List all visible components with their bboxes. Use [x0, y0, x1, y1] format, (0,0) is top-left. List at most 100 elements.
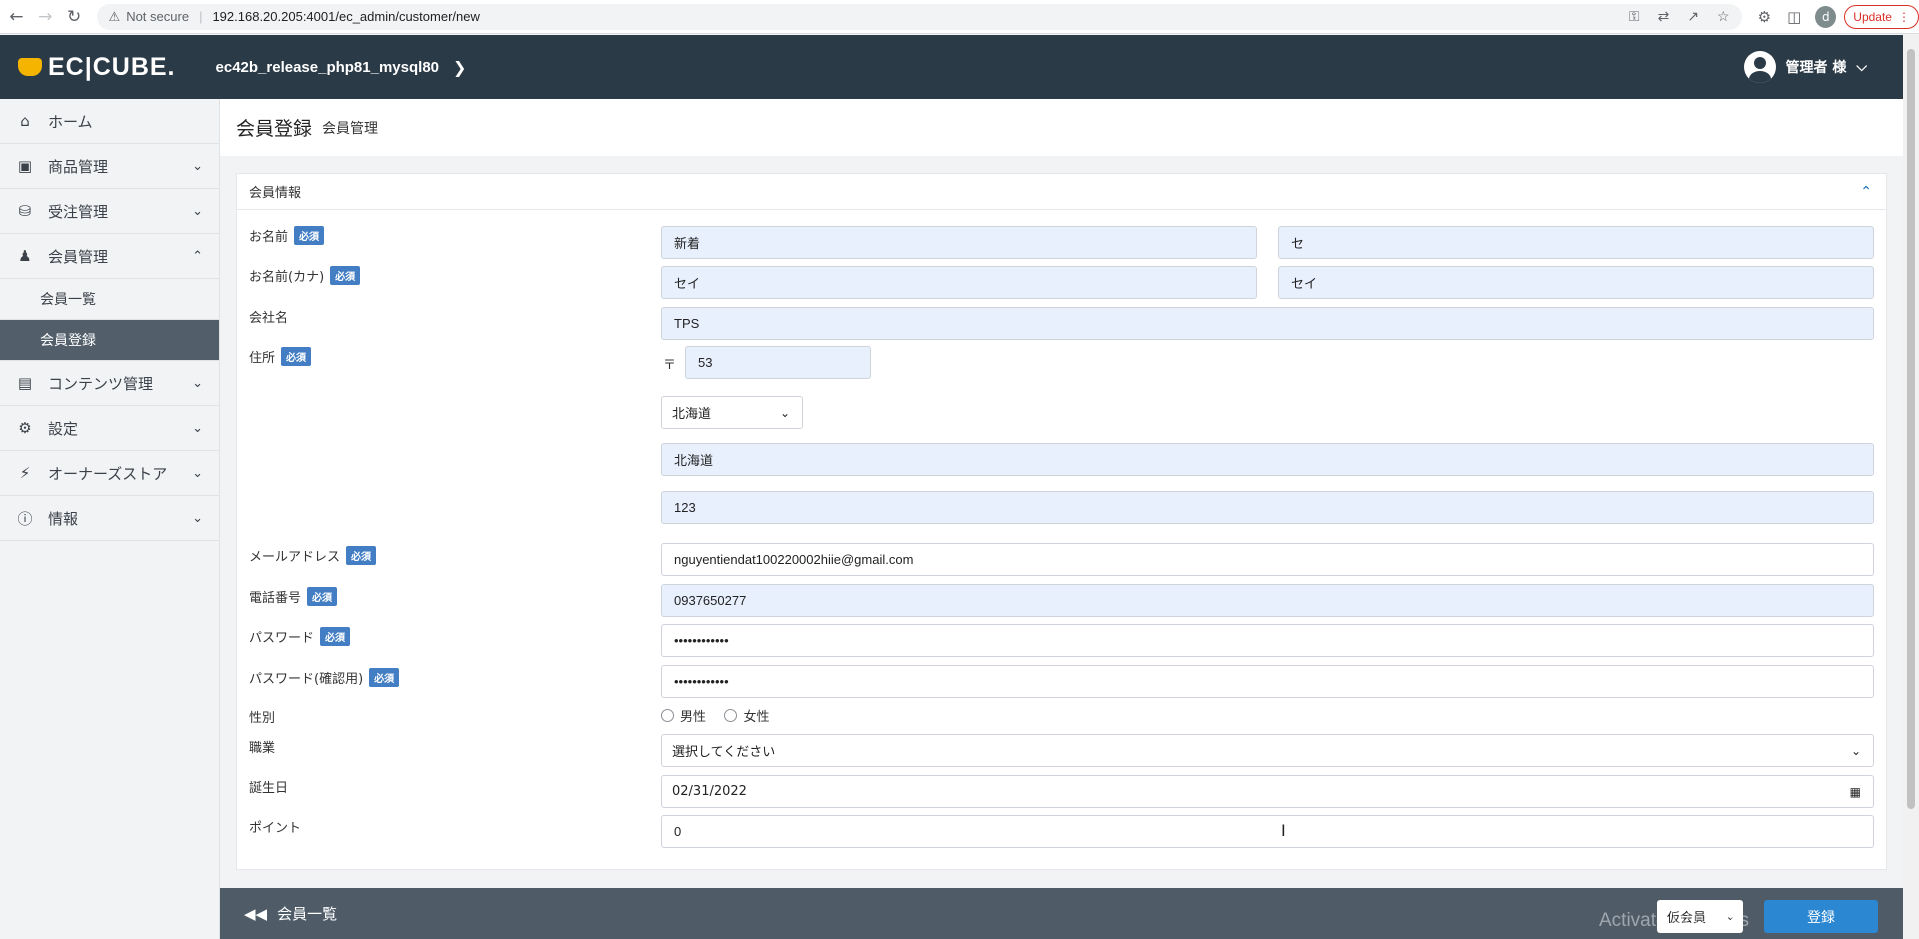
- file-icon: ▤: [17, 374, 33, 392]
- share-icon[interactable]: ↗: [1687, 8, 1699, 25]
- password-label-text: パスワード: [249, 631, 315, 646]
- update-button[interactable]: Update ⋮: [1844, 4, 1919, 29]
- email-label: メールアドレス 必須: [249, 546, 377, 565]
- customer-info-card: 会員情報 ⌃ お名前 必須 新着 セ お名前(カナ) 必須 セイ セイ 会社名 …: [236, 173, 1887, 870]
- sidebar-item-label: 会員管理: [48, 247, 109, 266]
- sidebar-item-label: 情報: [48, 509, 79, 528]
- prefecture-select[interactable]: 北海道 ⌄: [661, 396, 803, 429]
- user-menu[interactable]: 管理者 様 ⌵: [1743, 51, 1867, 83]
- back-to-list-link[interactable]: ◀◀ 会員一覧: [244, 903, 337, 924]
- page-header: 会員登録 会員管理: [220, 99, 1903, 156]
- first-name-input[interactable]: セ: [1278, 226, 1874, 259]
- double-chevron-left-icon: ◀◀: [244, 904, 268, 923]
- address1-input[interactable]: 北海道: [661, 443, 1874, 476]
- company-input[interactable]: TPS: [661, 307, 1874, 340]
- ec-cube-logo[interactable]: EC|CUBE.: [18, 53, 176, 82]
- kana-label-text: お名前(カナ): [249, 270, 325, 285]
- job-value: 選択してください: [672, 745, 776, 760]
- sidepanel-icon[interactable]: ◫: [1787, 8, 1801, 26]
- sidebar-subitem-customer-new[interactable]: 会員登録: [0, 320, 219, 361]
- card-header[interactable]: 会員情報 ⌃: [237, 174, 1886, 210]
- required-badge: 必須: [346, 546, 377, 565]
- password-confirm-input[interactable]: ••••••••••••: [661, 665, 1874, 698]
- gender-male-label: 男性: [680, 710, 707, 725]
- calendar-icon[interactable]: ▦: [1850, 785, 1861, 799]
- gender-label: 性別: [249, 707, 275, 726]
- address2-input[interactable]: 123: [661, 491, 1874, 524]
- chevron-down-icon: ⌄: [1850, 743, 1861, 758]
- phone-label-text: 電話番号: [249, 591, 302, 606]
- info-icon: ⓘ: [17, 509, 33, 528]
- job-label-text: 職業: [249, 741, 276, 756]
- sidebar-item-owners-store[interactable]: ⚡ オーナーズストア ⌄: [0, 451, 219, 496]
- required-badge: 必須: [330, 266, 361, 285]
- address-label: 住所 必須: [249, 347, 312, 366]
- logo-mark-icon: [18, 58, 42, 76]
- sidebar-item-products[interactable]: ▣ 商品管理 ⌄: [0, 144, 219, 189]
- chevron-down-icon: ⌄: [192, 375, 203, 391]
- back-arrow-icon[interactable]: ←: [4, 4, 29, 30]
- sidebar-item-info[interactable]: ⓘ 情報 ⌄: [0, 496, 219, 541]
- gender-male-radio[interactable]: 男性: [661, 706, 706, 725]
- postal-code-input[interactable]: 53: [685, 346, 871, 379]
- reload-icon[interactable]: ↻: [62, 4, 87, 30]
- point-input[interactable]: 0: [661, 815, 1874, 848]
- password-confirm-label-text: パスワード(確認用): [249, 672, 364, 687]
- gender-female-radio[interactable]: 女性: [724, 706, 769, 725]
- job-select[interactable]: 選択してください ⌄: [661, 734, 1874, 767]
- register-button[interactable]: 登録: [1764, 900, 1878, 933]
- profile-avatar[interactable]: d: [1815, 5, 1837, 28]
- page-scrollbar[interactable]: [1903, 35, 1919, 939]
- sidebar-item-label: オーナーズストア: [48, 464, 168, 483]
- translate-icon[interactable]: ⇄: [1658, 8, 1670, 25]
- home-icon: ⌂: [20, 112, 30, 130]
- chevron-up-icon[interactable]: ⌃: [1860, 184, 1872, 200]
- chevron-down-icon: ⌄: [192, 510, 203, 526]
- page-title: 会員登録: [236, 118, 313, 140]
- logo-text: EC|CUBE.: [48, 52, 176, 81]
- sidebar-item-label: 商品管理: [48, 157, 109, 176]
- extensions-icon[interactable]: ⚙: [1758, 8, 1771, 26]
- chevron-down-icon: ⌄: [192, 203, 203, 219]
- last-name-input[interactable]: 新着: [661, 226, 1257, 259]
- kana-label: お名前(カナ) 必須: [249, 266, 361, 285]
- phone-label: 電話番号 必須: [249, 587, 338, 606]
- sidebar-item-home[interactable]: ⌂ ホーム: [0, 99, 219, 144]
- user-avatar-icon: [1743, 51, 1776, 83]
- sidebar-item-label: 受注管理: [48, 202, 109, 221]
- company-label: 会社名: [249, 307, 288, 326]
- sidebar-item-settings[interactable]: ⚙ 設定 ⌄: [0, 406, 219, 451]
- required-badge: 必須: [281, 347, 312, 366]
- forward-arrow-icon[interactable]: →: [33, 4, 58, 30]
- sidebar-subitem-customer-list[interactable]: 会員一覧: [0, 279, 219, 320]
- shop-name-link[interactable]: ec42b_release_php81_mysql80: [216, 59, 439, 76]
- phone-input[interactable]: 0937650277: [661, 584, 1874, 617]
- star-icon[interactable]: ☆: [1717, 8, 1730, 25]
- sidebar-item-content[interactable]: ▤ コンテンツ管理 ⌄: [0, 361, 219, 406]
- birthday-label: 誕生日: [249, 777, 288, 796]
- page-subtitle: 会員管理: [322, 120, 379, 137]
- radio-circle: [724, 709, 738, 722]
- sidebar-item-customers[interactable]: ♟ 会員管理 ⌃: [0, 234, 219, 279]
- sidebar-item-label: ホーム: [48, 112, 93, 131]
- last-name-kana-input[interactable]: セイ: [661, 266, 1257, 299]
- address-bar[interactable]: ⚠ Not secure | 192.168.20.205:4001/ec_ad…: [96, 3, 1742, 30]
- sidebar-item-orders[interactable]: ⛁ 受注管理 ⌄: [0, 189, 219, 234]
- password-input[interactable]: ••••••••••••: [661, 624, 1874, 657]
- name-label: お名前 必須: [249, 226, 325, 245]
- admin-header: EC|CUBE. ec42b_release_php81_mysql80 ❯ 管…: [0, 35, 1903, 99]
- prefecture-value: 北海道: [672, 407, 712, 422]
- email-input[interactable]: nguyentiendat100220002hiie@gmail.com: [661, 543, 1874, 576]
- birthday-label-text: 誕生日: [249, 781, 289, 796]
- card-title: 会員情報: [249, 186, 302, 201]
- scrollbar-thumb[interactable]: [1907, 49, 1915, 809]
- first-name-kana-input[interactable]: セイ: [1278, 266, 1874, 299]
- job-label: 職業: [249, 737, 275, 756]
- point-label: ポイント: [249, 817, 301, 836]
- activate-windows-watermark: Activate Windows: [1599, 910, 1749, 931]
- box-icon: ▣: [17, 157, 33, 175]
- chevron-right-icon[interactable]: ❯: [453, 58, 466, 77]
- chevron-down-icon: ⌄: [779, 405, 790, 420]
- birthday-input[interactable]: 02/31/2022 ▦: [661, 775, 1874, 808]
- key-icon[interactable]: ⚿: [1629, 8, 1640, 25]
